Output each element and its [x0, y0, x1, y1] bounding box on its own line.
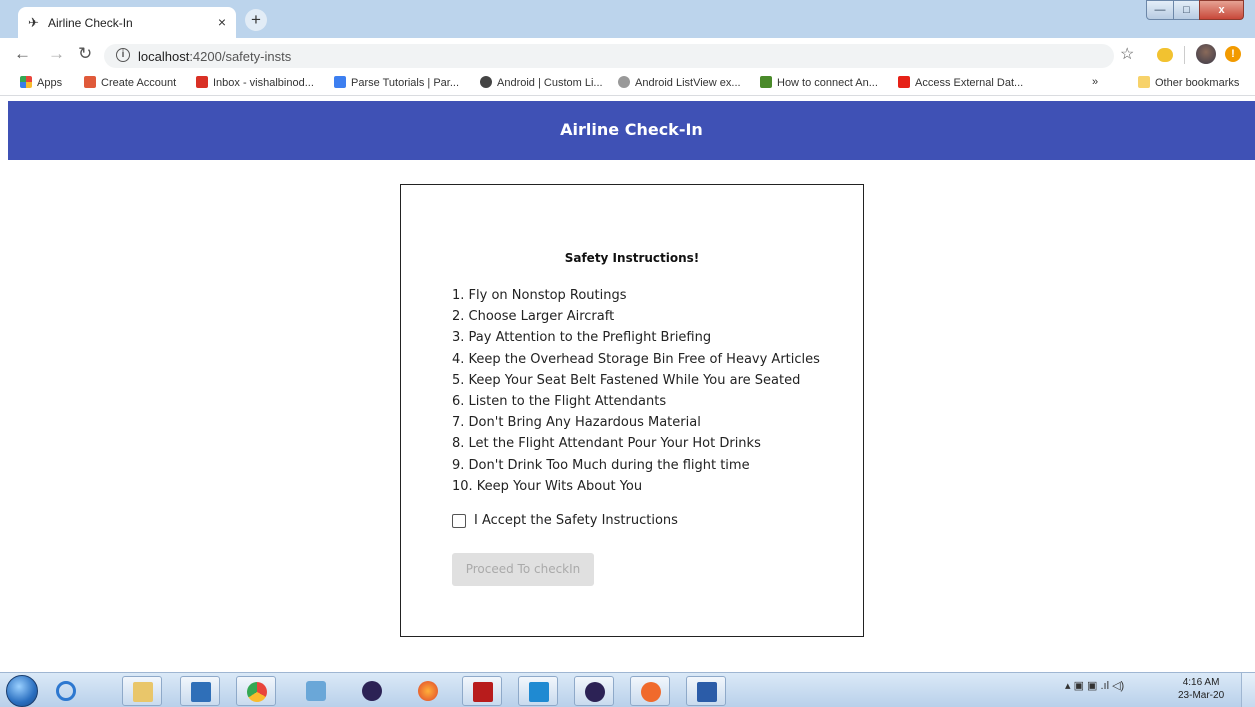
gmail-icon	[196, 76, 208, 88]
media-player-icon	[191, 682, 211, 702]
instruction-item: 9. Don't Drink Too Much during the fligh…	[452, 457, 750, 473]
word-icon	[697, 682, 717, 702]
clock-date: 23-Mar-20	[1178, 690, 1225, 701]
bookmark-inbox[interactable]: Inbox - vishalbinod...	[196, 76, 314, 89]
account-icon	[84, 76, 96, 88]
star-icon[interactable]: ☆	[1120, 44, 1134, 64]
instruction-item: 7. Don't Bring Any Hazardous Material	[452, 415, 701, 431]
taskbar-app[interactable]	[574, 676, 614, 706]
vscode-icon	[529, 682, 549, 702]
browser-tab[interactable]: ✈ Airline Check-In ×	[18, 7, 236, 38]
proceed-to-checkin-button[interactable]: Proceed To checkIn	[452, 553, 594, 586]
listview-icon	[618, 76, 630, 88]
show-desktop-button[interactable]	[1241, 673, 1255, 707]
safety-card: Safety Instructions! 1. Fly on Nonstop R…	[400, 184, 864, 637]
taskbar-app[interactable]	[122, 676, 162, 706]
accept-label[interactable]: I Accept the Safety Instructions	[474, 513, 678, 528]
taskbar-app[interactable]	[686, 676, 726, 706]
bookmark-access-external[interactable]: Access External Dat...	[898, 76, 1023, 89]
maximize-button[interactable]: □	[1173, 0, 1200, 20]
eclipse-icon	[585, 682, 605, 702]
tab-title: Airline Check-In	[48, 16, 133, 30]
airplane-icon: ✈	[28, 15, 39, 30]
taskbar-app[interactable]	[462, 676, 502, 706]
file-explorer-icon	[133, 682, 153, 702]
address-bar[interactable]: i localhost:4200/safety-insts	[104, 44, 1114, 68]
bookmark-android-listview[interactable]: Android ListView ex...	[618, 76, 741, 89]
instruction-item: 4. Keep the Overhead Storage Bin Free of…	[452, 351, 820, 367]
android-icon	[760, 76, 772, 88]
reload-icon[interactable]: ↻	[78, 44, 92, 64]
taskbar-app[interactable]	[352, 676, 392, 706]
browser-toolbar: ← → ↻ i localhost:4200/safety-insts ☆ !	[0, 38, 1255, 72]
bookmark-how-to-connect[interactable]: How to connect An...	[760, 76, 878, 89]
taskbar-app[interactable]	[408, 676, 448, 706]
taskbar: ▴ ▣ ▣ .ıl ◁) 4:16 AM 23-Mar-20	[0, 672, 1255, 707]
start-button[interactable]	[6, 675, 38, 707]
bookmark-android-custom[interactable]: Android | Custom Li...	[480, 76, 603, 89]
apps-grid-icon	[20, 76, 32, 88]
forward-arrow-icon[interactable]: →	[48, 44, 65, 64]
card-title: Safety Instructions!	[564, 251, 700, 265]
acrobat-icon	[473, 682, 493, 702]
toolbar-divider	[1184, 46, 1185, 64]
system-tray[interactable]: ▴ ▣ ▣ .ıl ◁)	[1065, 679, 1124, 692]
info-icon[interactable]: i	[116, 48, 130, 62]
youtube-icon	[898, 76, 910, 88]
globe-icon	[480, 76, 492, 88]
accept-row: I Accept the Safety Instructions	[452, 513, 678, 528]
firefox-icon	[418, 681, 438, 701]
profile-avatar[interactable]	[1196, 44, 1216, 64]
bookmark-create-account[interactable]: Create Account	[84, 76, 176, 89]
url-text: localhost:4200/safety-insts	[138, 49, 292, 64]
taskbar-app[interactable]	[46, 676, 86, 706]
virtualbox-icon	[306, 681, 326, 701]
chrome-icon	[247, 682, 267, 702]
clock-time: 4:16 AM	[1182, 677, 1220, 688]
instruction-item: 3. Pay Attention to the Preflight Briefi…	[452, 330, 712, 346]
bookmarks-bar: Apps Create Account Inbox - vishalbinod.…	[0, 72, 1255, 96]
update-alert-icon[interactable]: !	[1225, 46, 1241, 62]
instruction-item: 6. Listen to the Flight Attendants	[452, 394, 667, 410]
accept-checkbox[interactable]	[452, 513, 466, 528]
taskbar-app[interactable]	[236, 676, 276, 706]
tab-strip: ✈ Airline Check-In × + — □ x	[0, 0, 1255, 38]
taskbar-app[interactable]	[296, 676, 336, 706]
internet-explorer-icon	[56, 681, 76, 701]
taskbar-app[interactable]	[180, 676, 220, 706]
key-extension-icon[interactable]	[1157, 48, 1173, 62]
instruction-item: 5. Keep Your Seat Belt Fastened While Yo…	[452, 372, 801, 388]
app-header: Airline Check-In	[8, 101, 1255, 160]
taskbar-app[interactable]	[630, 676, 670, 706]
bookmark-apps[interactable]: Apps	[20, 76, 62, 89]
instruction-item: 8. Let the Flight Attendant Pour Your Ho…	[452, 436, 761, 452]
instruction-item: 1. Fly on Nonstop Routings	[452, 288, 627, 303]
instruction-item: 10. Keep Your Wits About You	[452, 478, 643, 494]
taskbar-app[interactable]	[518, 676, 558, 706]
minimize-button[interactable]: —	[1146, 0, 1174, 20]
instructions-list: 1. Fly on Nonstop Routings 2. Choose Lar…	[452, 285, 820, 497]
clock[interactable]: 4:16 AM 23-Mar-20	[1178, 676, 1224, 702]
tab-close-icon[interactable]: ×	[218, 14, 226, 30]
bookmarks-overflow-button[interactable]: »	[1092, 76, 1098, 88]
window-close-button[interactable]: x	[1199, 0, 1244, 20]
back-arrow-icon[interactable]: ←	[14, 44, 31, 64]
folder-icon	[1138, 76, 1150, 88]
eclipse-icon	[362, 681, 382, 701]
new-tab-button[interactable]: +	[245, 9, 267, 31]
instruction-item: 2. Choose Larger Aircraft	[452, 309, 615, 325]
postman-icon	[641, 682, 661, 702]
other-bookmarks-folder[interactable]: Other bookmarks	[1138, 76, 1239, 89]
app-title: Airline Check-In	[560, 120, 703, 139]
parse-icon	[334, 76, 346, 88]
bookmark-parse-tutorials[interactable]: Parse Tutorials | Par...	[334, 76, 459, 89]
